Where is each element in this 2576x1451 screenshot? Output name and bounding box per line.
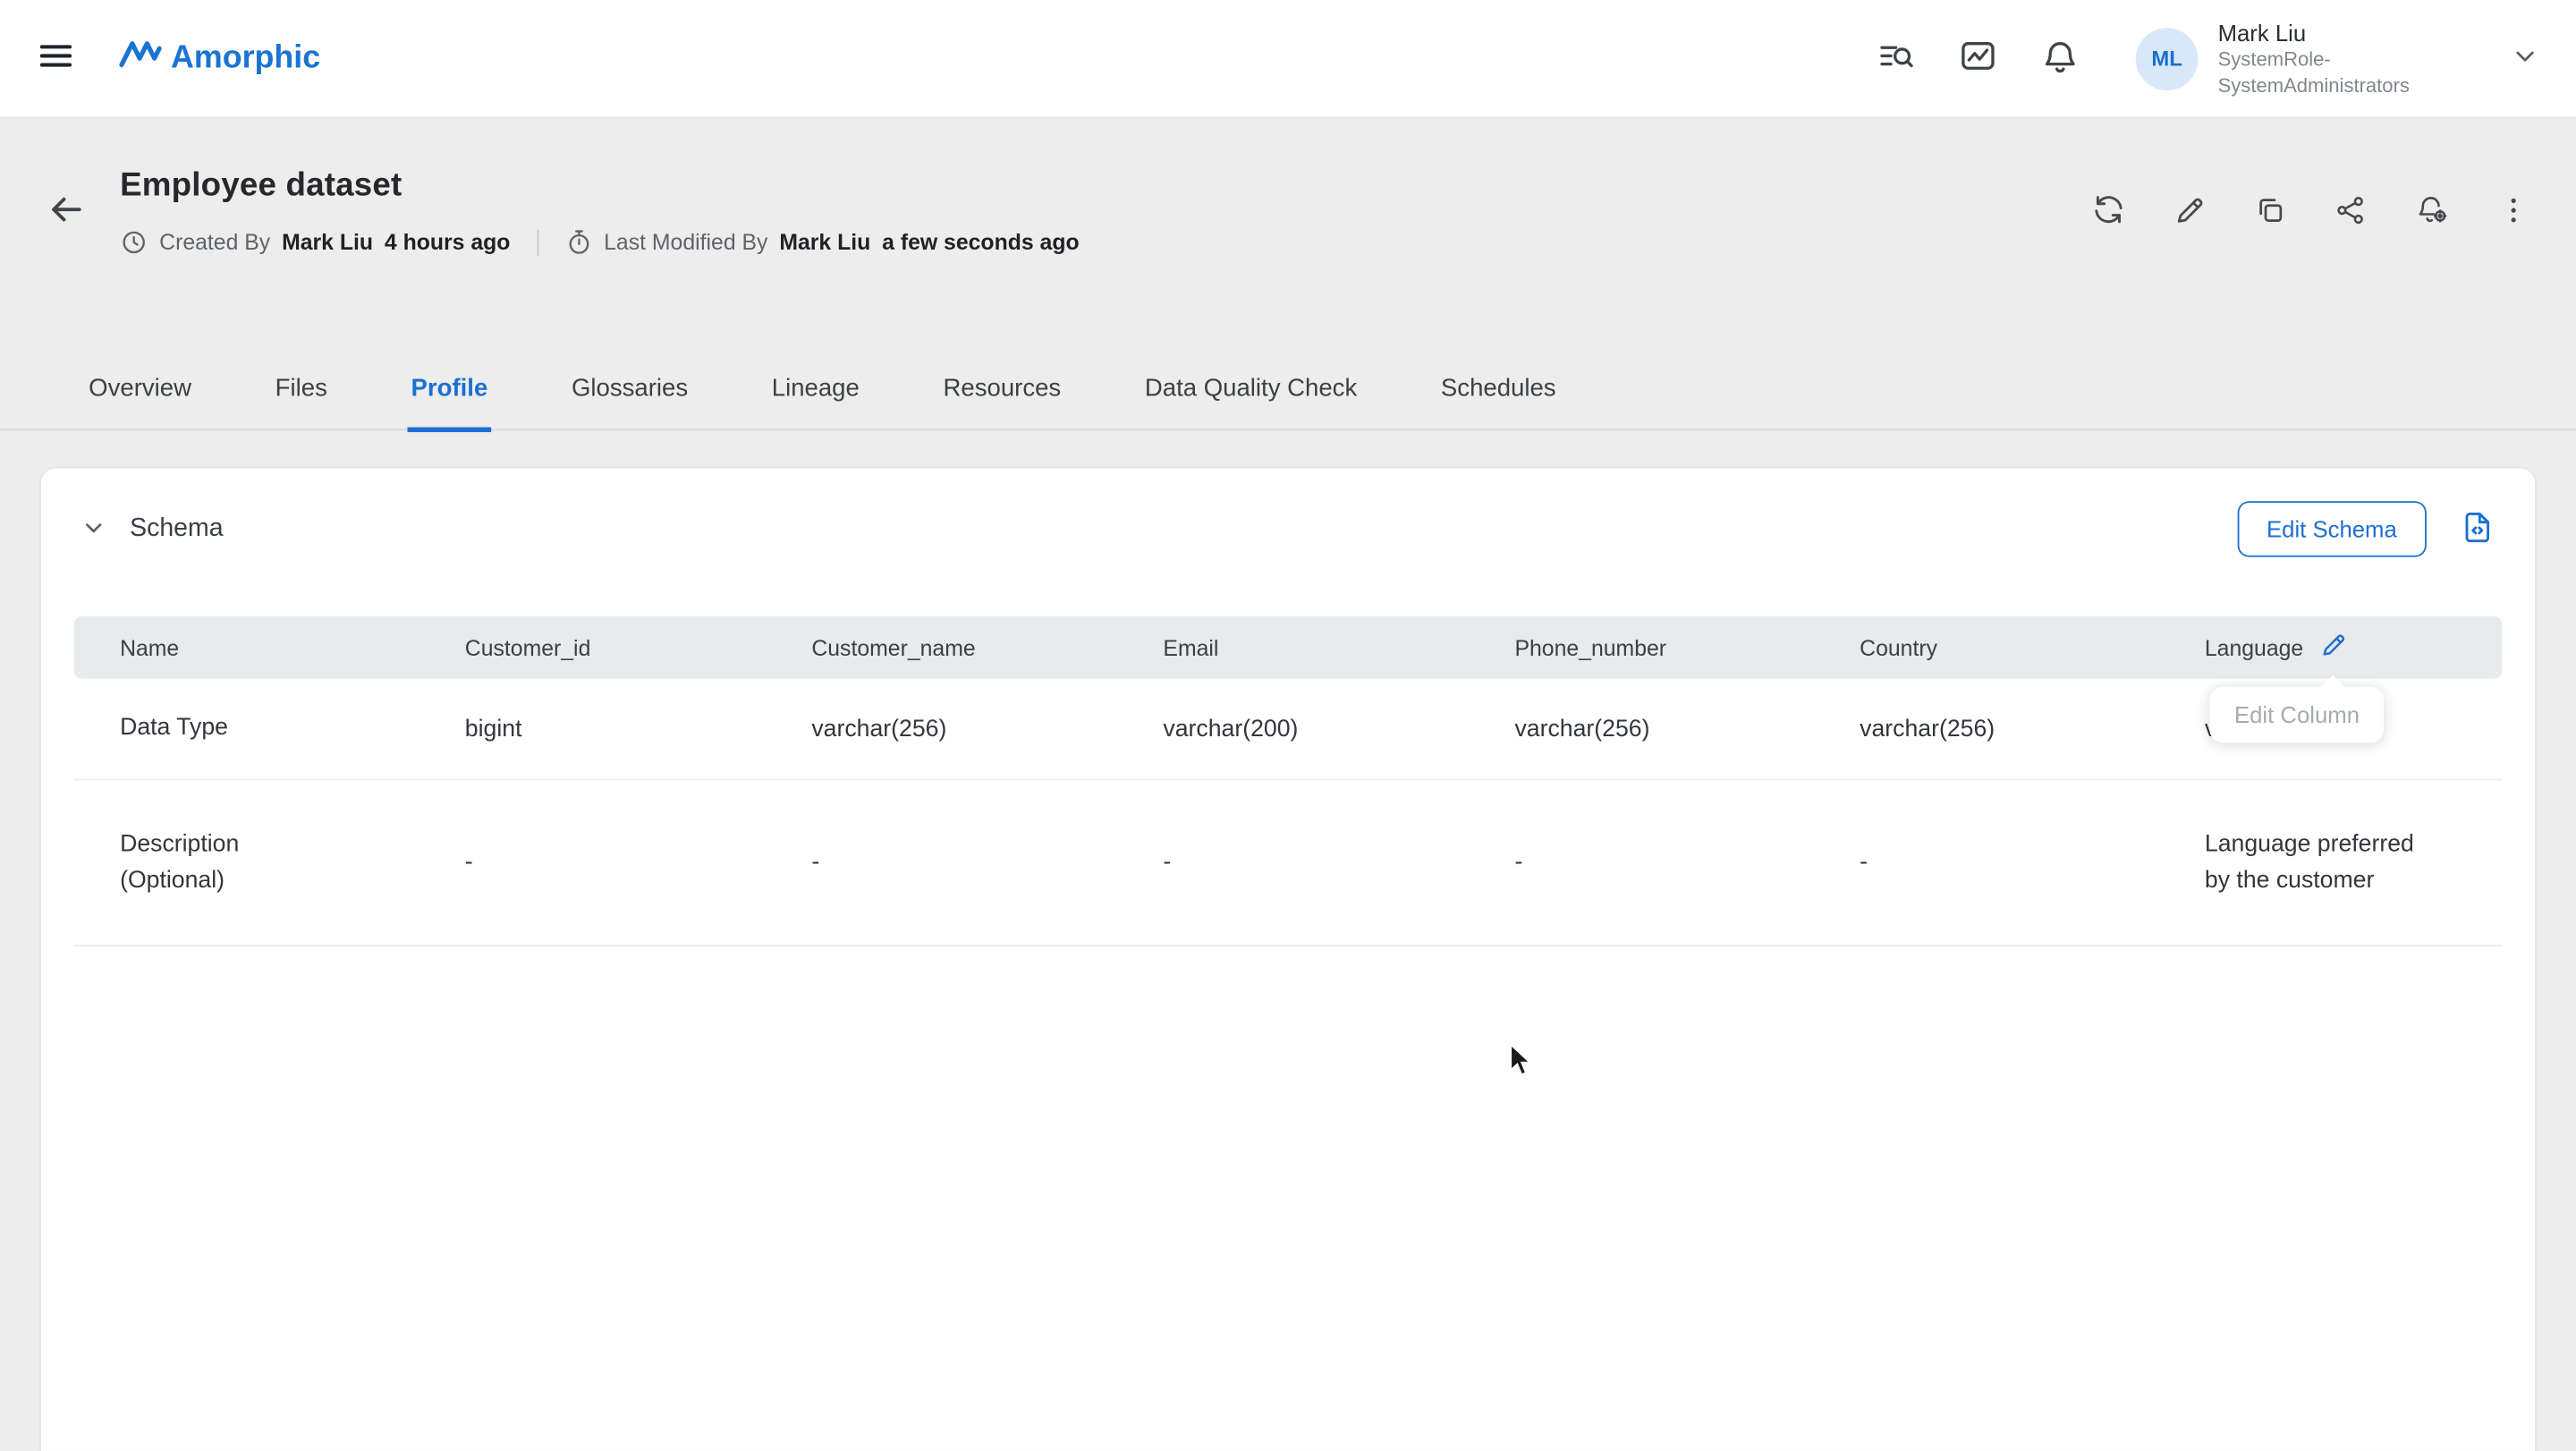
created-by-time: 4 hours ago [385, 230, 511, 255]
back-arrow-icon [46, 189, 87, 234]
edit-schema-button[interactable]: Edit Schema [2237, 501, 2427, 556]
row-label: Data Type [74, 710, 419, 747]
tab-overview[interactable]: Overview [86, 375, 195, 432]
view-schema-json-button[interactable] [2460, 508, 2496, 549]
col-header-country: Country [1814, 635, 2159, 660]
sync-button[interactable] [2091, 192, 2126, 232]
tab-resources[interactable]: Resources [940, 375, 1064, 432]
menu-icon [36, 36, 75, 81]
share-icon [2334, 193, 2368, 231]
tab-lineage[interactable]: Lineage [768, 375, 862, 432]
table-row-data-type: Data Type bigint varchar(256) varchar(20… [74, 679, 2503, 781]
chevron-down-icon [2511, 41, 2540, 76]
media-dashboard-button[interactable] [1958, 36, 1997, 81]
copy-icon [2254, 193, 2287, 231]
meta-divider [537, 229, 538, 255]
clone-dataset-button[interactable] [2254, 193, 2287, 231]
tab-data-quality-check[interactable]: Data Quality Check [1141, 375, 1360, 432]
notification-settings-button[interactable] [2415, 192, 2450, 232]
tab-files[interactable]: Files [272, 375, 331, 432]
tooltip-text: Edit Column [2234, 701, 2360, 727]
back-button[interactable] [46, 189, 87, 234]
table-row-description: Description (Optional) - - - - - Languag… [74, 780, 2503, 946]
cell-value: varchar(200) [1117, 716, 1469, 742]
media-chart-icon [1958, 36, 1997, 81]
brand-name: Amorphic [171, 39, 320, 77]
tab-profile[interactable]: Profile [408, 375, 491, 432]
edit-column-pencil-icon [2320, 631, 2348, 664]
user-menu[interactable]: Mark Liu SystemRole-SystemAdministrators [2218, 18, 2468, 99]
schema-section-header: Schema Edit Schema [41, 468, 2535, 556]
user-role: SystemRole-SystemAdministrators [2218, 47, 2468, 98]
dataset-actions [2044, 192, 2530, 232]
cell-value: - [419, 850, 766, 876]
modified-by-label: Last Modified By [604, 230, 767, 255]
edit-pencil-icon [2174, 193, 2207, 231]
created-clock-icon [120, 228, 148, 256]
schema-table: Name Customer_id Customer_name Email Pho… [74, 616, 2503, 946]
sync-icon [2091, 192, 2126, 232]
notifications-button[interactable] [2040, 36, 2080, 81]
tab-glossaries[interactable]: Glossaries [568, 375, 691, 432]
col-header-email: Email [1117, 635, 1469, 660]
col-header-name: Name [74, 635, 419, 660]
modified-by-time: a few seconds ago [882, 230, 1079, 255]
col-header-language: Language [2158, 631, 2502, 664]
topbar: Amorphic ML Mar [0, 0, 2576, 118]
kebab-menu-icon [2497, 193, 2530, 231]
created-by-name: Mark Liu [282, 230, 373, 255]
edit-column-button[interactable] [2320, 631, 2348, 664]
section-chevron-icon [80, 513, 106, 545]
col-header-phone-number: Phone_number [1469, 635, 1814, 660]
row-label: Description (Optional) [74, 826, 419, 900]
col-header-customer-name: Customer_name [766, 635, 1117, 660]
global-search-button[interactable] [1877, 36, 1916, 81]
schema-section-title: Schema [130, 514, 223, 544]
modified-stopwatch-icon [564, 228, 592, 256]
page-header: Employee dataset Created By Mark Liu 4 h… [0, 118, 2576, 256]
file-code-icon [2460, 508, 2496, 549]
notification-settings-icon [2415, 192, 2450, 232]
created-by-label: Created By [159, 230, 270, 255]
avatar-initials: ML [2151, 46, 2182, 71]
amorphic-logo-icon [118, 34, 163, 83]
col-header-customer-id: Customer_id [419, 635, 766, 660]
dataset-meta: Created By Mark Liu 4 hours ago Last Mod… [120, 228, 1080, 256]
cell-value: varchar(256) [766, 716, 1117, 742]
user-name: Mark Liu [2218, 18, 2468, 47]
schema-card: Schema Edit Schema Name Customer_id Cust… [39, 467, 2537, 1451]
cell-value: varchar(256) [1814, 716, 2159, 742]
avatar[interactable]: ML [2136, 27, 2199, 89]
application-window: Amorphic ML Mar [0, 0, 2576, 1451]
tab-bar: Overview Files Profile Glossaries Lineag… [0, 375, 2576, 430]
col-header-language-label: Language [2205, 635, 2303, 660]
modified-by-name: Mark Liu [779, 230, 870, 255]
more-actions-button[interactable] [2497, 193, 2530, 231]
user-menu-chevron-button[interactable] [2511, 41, 2540, 76]
edit-dataset-button[interactable] [2174, 193, 2207, 231]
tab-schedules[interactable]: Schedules [1437, 375, 1559, 432]
cell-value: - [1117, 850, 1469, 876]
schema-collapse-button[interactable] [80, 513, 106, 545]
cell-value: bigint [419, 716, 766, 742]
schema-table-header: Name Customer_id Customer_name Email Pho… [74, 616, 2503, 679]
cell-value-language-description: Language preferred by the customer [2158, 826, 2502, 900]
share-dataset-button[interactable] [2334, 193, 2368, 231]
hamburger-menu-button[interactable] [36, 36, 75, 81]
page-title: Employee dataset [120, 167, 1080, 205]
cell-value: - [766, 850, 1117, 876]
brand-logo[interactable]: Amorphic [118, 34, 320, 83]
edit-column-tooltip: Edit Column [2209, 687, 2384, 742]
bell-icon [2040, 36, 2080, 81]
cell-value: - [1814, 850, 2159, 876]
cell-value: varchar(256) [1469, 716, 1814, 742]
search-list-icon [1877, 36, 1916, 81]
cell-value: - [1469, 850, 1814, 876]
